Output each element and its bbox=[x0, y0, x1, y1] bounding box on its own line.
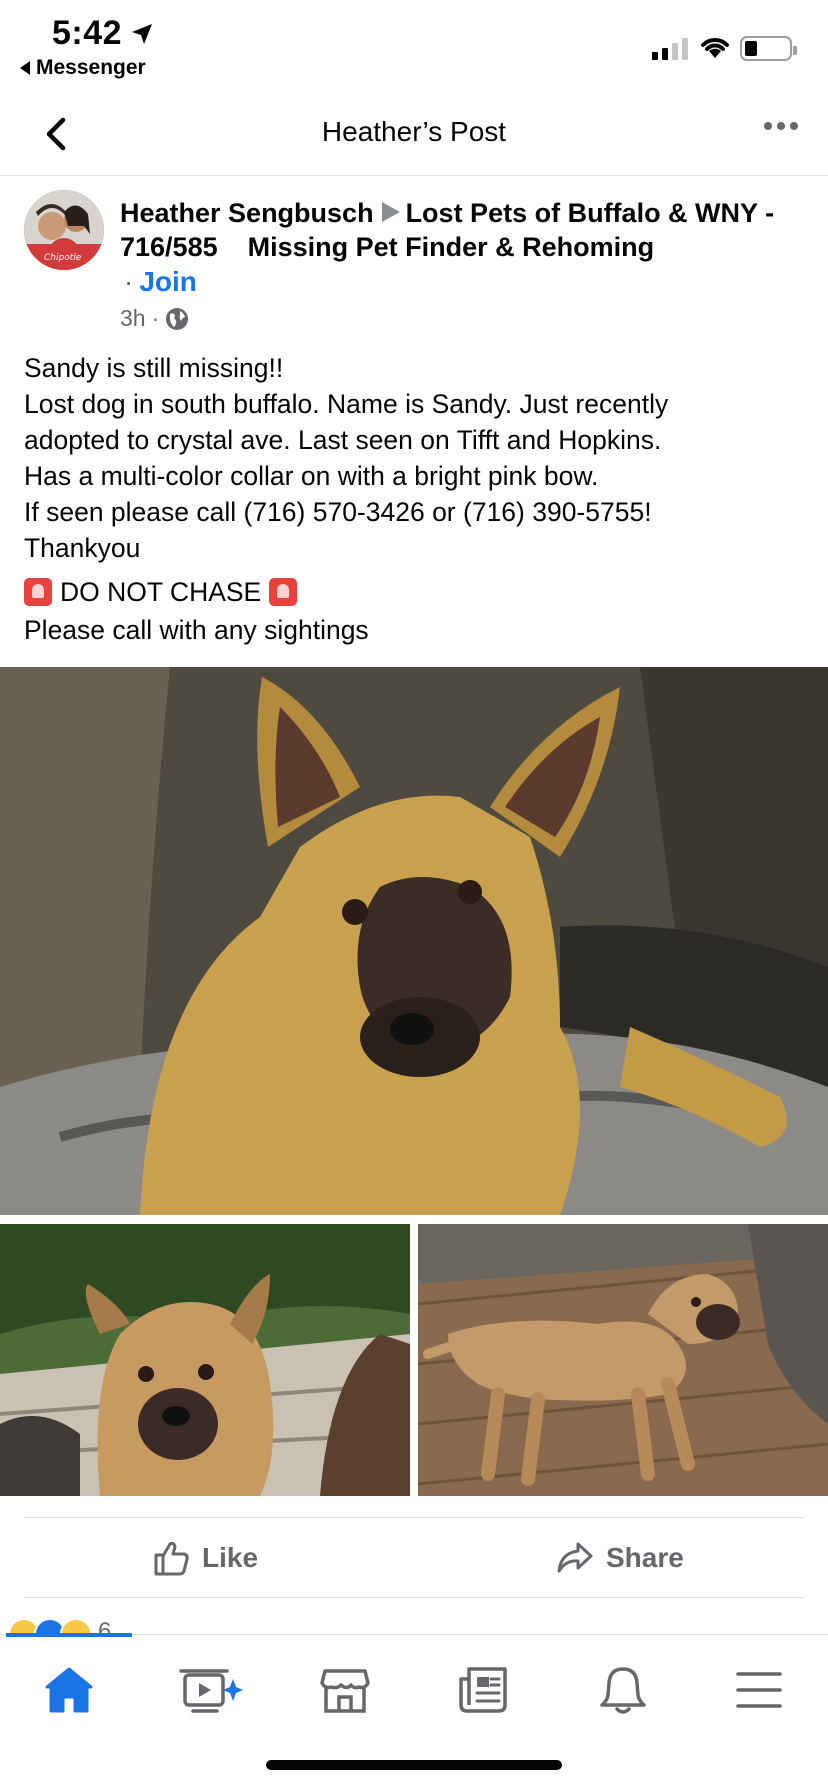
dog-photo-outdoor[interactable] bbox=[0, 1224, 410, 1496]
back-triangle-icon bbox=[20, 61, 30, 75]
author-name[interactable]: Heather Sengbusch bbox=[120, 198, 374, 228]
back-app-label: Messenger bbox=[36, 56, 146, 79]
like-button[interactable]: Like bbox=[152, 1536, 258, 1580]
body-line: Has a multi-color collar on with a brigh… bbox=[24, 461, 599, 491]
tab-notifications[interactable] bbox=[588, 1657, 658, 1723]
tab-marketplace[interactable] bbox=[310, 1657, 380, 1723]
more-dots-icon bbox=[764, 122, 772, 130]
tab-home[interactable] bbox=[34, 1657, 104, 1723]
separator-dot: · bbox=[124, 266, 134, 297]
tab-news[interactable] bbox=[448, 1657, 518, 1723]
triangle-right-icon bbox=[381, 202, 400, 222]
menu-icon bbox=[736, 1672, 782, 1708]
globe-icon bbox=[166, 307, 189, 330]
alert-text: DO NOT CHASE bbox=[60, 577, 262, 607]
tab-watch[interactable] bbox=[176, 1657, 246, 1723]
post-body: Sandy is still missing!! Lost dog in sou… bbox=[24, 350, 804, 566]
marketplace-icon bbox=[320, 1669, 370, 1713]
video-icon bbox=[179, 1669, 243, 1713]
avatar-image: Chipotle bbox=[24, 190, 104, 270]
body-line: Lost dog in south buffalo. Name is Sandy… bbox=[24, 389, 669, 419]
page-title: Heather’s Post bbox=[321, 116, 507, 147]
back-to-messenger[interactable]: Messenger bbox=[20, 56, 146, 80]
siren-icon bbox=[269, 578, 298, 606]
divider bbox=[24, 1517, 804, 1518]
post-time[interactable]: 3h bbox=[120, 305, 146, 332]
dog-photo-indoor[interactable] bbox=[418, 1224, 828, 1496]
share-label: Share bbox=[606, 1542, 684, 1573]
share-button[interactable]: Share bbox=[556, 1536, 684, 1580]
body-line: Sandy is still missing!! bbox=[24, 353, 284, 383]
news-icon bbox=[459, 1667, 507, 1713]
battery-icon bbox=[740, 36, 797, 61]
siren-icon bbox=[24, 578, 52, 606]
home-indicator[interactable] bbox=[266, 1760, 562, 1770]
location-arrow-icon bbox=[132, 24, 152, 44]
like-label: Like bbox=[202, 1542, 259, 1573]
status-time: 5:42 bbox=[52, 14, 123, 52]
post-header: Heather Sengbusch Lost Pets of Buffalo & … bbox=[120, 196, 800, 264]
tab-menu[interactable] bbox=[724, 1657, 794, 1723]
body-line: Thankyou bbox=[24, 533, 141, 563]
thumbs-up-icon bbox=[154, 1541, 189, 1576]
body-line: If seen please call (716) 570-3426 or (7… bbox=[24, 497, 652, 527]
share-arrow-icon bbox=[557, 1542, 593, 1573]
svg-text:Chipotle: Chipotle bbox=[44, 253, 82, 263]
cellular-signal-icon bbox=[652, 36, 688, 60]
post-meta: 3h · bbox=[120, 305, 189, 332]
alert-line: DO NOT CHASE bbox=[24, 574, 298, 610]
meta-separator: · bbox=[151, 305, 160, 331]
join-row: · Join bbox=[124, 266, 197, 298]
active-tab-indicator bbox=[6, 1633, 132, 1637]
call-text: Please call with any sightings bbox=[24, 615, 369, 645]
body-line: adopted to crystal ave. Last seen on Tif… bbox=[24, 425, 662, 455]
wifi-icon bbox=[701, 38, 729, 58]
divider bbox=[24, 1597, 804, 1598]
avatar[interactable]: Chipotle bbox=[24, 190, 104, 270]
more-options-button[interactable] bbox=[764, 122, 798, 130]
join-link[interactable]: Join bbox=[139, 266, 197, 297]
dog-photo-main[interactable] bbox=[0, 667, 828, 1215]
home-icon bbox=[45, 1667, 93, 1713]
nav-header: Heather’s Post bbox=[0, 96, 828, 176]
status-bar: 5:42 Messenger bbox=[0, 0, 828, 86]
bell-icon bbox=[600, 1667, 646, 1714]
